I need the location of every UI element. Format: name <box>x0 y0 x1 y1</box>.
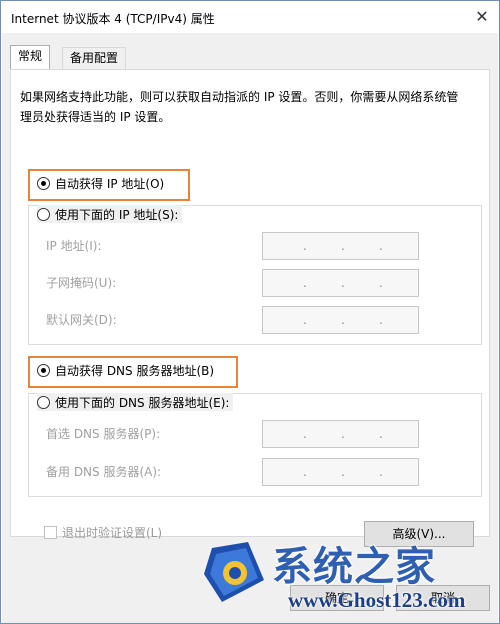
ip-separator: . <box>341 239 345 253</box>
ip-separator: . <box>303 276 307 290</box>
radio-manual-ip[interactable]: 使用下面的 IP 地址(S): <box>37 205 183 223</box>
radio-manual-dns[interactable]: 使用下面的 DNS 服务器地址(E): <box>37 393 234 411</box>
watermark-url: www.Ghost123.com <box>288 588 466 612</box>
default-gateway-input[interactable]: . . . <box>262 306 419 334</box>
alternate-dns-input[interactable]: . . . <box>262 458 419 486</box>
radio-button-checked[interactable] <box>37 363 50 377</box>
validate-checkbox-label: 退出时验证设置(L) <box>62 526 163 540</box>
radio-button-checked[interactable] <box>37 176 50 190</box>
ip-separator: . <box>303 465 307 479</box>
tab-alternate-config[interactable]: 备用配置 <box>62 47 127 69</box>
radio-auto-ip-label: 自动获得 IP 地址(O) <box>55 176 165 191</box>
radio-button-unchecked[interactable] <box>37 395 50 409</box>
radio-manual-ip-label: 使用下面的 IP 地址(S): <box>55 207 179 222</box>
radio-manual-dns-label: 使用下面的 DNS 服务器地址(E): <box>55 395 230 410</box>
title-bar[interactable]: Internet 协议版本 4 (TCP/IPv4) 属性 ✕ <box>1 1 499 33</box>
alternate-dns-label: 备用 DNS 服务器(A): <box>46 465 162 479</box>
ip-separator: . <box>379 239 383 253</box>
watermark: 系统之家 www.Ghost123.com <box>200 530 500 624</box>
ip-separator: . <box>303 427 307 441</box>
intro-text: 如果网络支持此功能，则可以获取自动指派的 IP 设置。否则，你需要从网络系统管理… <box>20 90 459 124</box>
ip-separator: . <box>303 313 307 327</box>
tab-general[interactable]: 常规 <box>10 45 51 69</box>
radio-auto-dns[interactable]: 自动获得 DNS 服务器地址(B) <box>37 361 214 379</box>
window-title: Internet 协议版本 4 (TCP/IPv4) 属性 <box>11 12 215 26</box>
ip-separator: . <box>341 313 345 327</box>
ip-address-label: IP 地址(I): <box>46 239 102 253</box>
ip-address-input[interactable]: . . . <box>262 232 419 260</box>
preferred-dns-label: 首选 DNS 服务器(P): <box>46 427 161 441</box>
ip-separator: . <box>341 276 345 290</box>
radio-auto-ip[interactable]: 自动获得 IP 地址(O) <box>37 174 164 192</box>
validate-checkbox[interactable] <box>44 526 57 539</box>
ip-separator: . <box>303 239 307 253</box>
ip-separator: . <box>341 427 345 441</box>
radio-auto-dns-label: 自动获得 DNS 服务器地址(B) <box>55 363 215 378</box>
ip-separator: . <box>379 313 383 327</box>
subnet-mask-input[interactable]: . . . <box>262 269 419 297</box>
ip-separator: . <box>379 427 383 441</box>
watermark-brand: 系统之家 <box>272 543 436 590</box>
preferred-dns-input[interactable]: . . . <box>262 420 419 448</box>
validate-on-exit-option[interactable]: 退出时验证设置(L) <box>44 524 162 541</box>
close-icon[interactable]: ✕ <box>471 7 493 27</box>
ip-separator: . <box>379 465 383 479</box>
radio-button-unchecked[interactable] <box>37 207 50 221</box>
brand-logo-icon <box>204 542 264 602</box>
ip-separator: . <box>341 465 345 479</box>
default-gateway-label: 默认网关(D): <box>46 313 117 327</box>
ip-separator: . <box>379 276 383 290</box>
subnet-mask-label: 子网掩码(U): <box>46 276 117 290</box>
